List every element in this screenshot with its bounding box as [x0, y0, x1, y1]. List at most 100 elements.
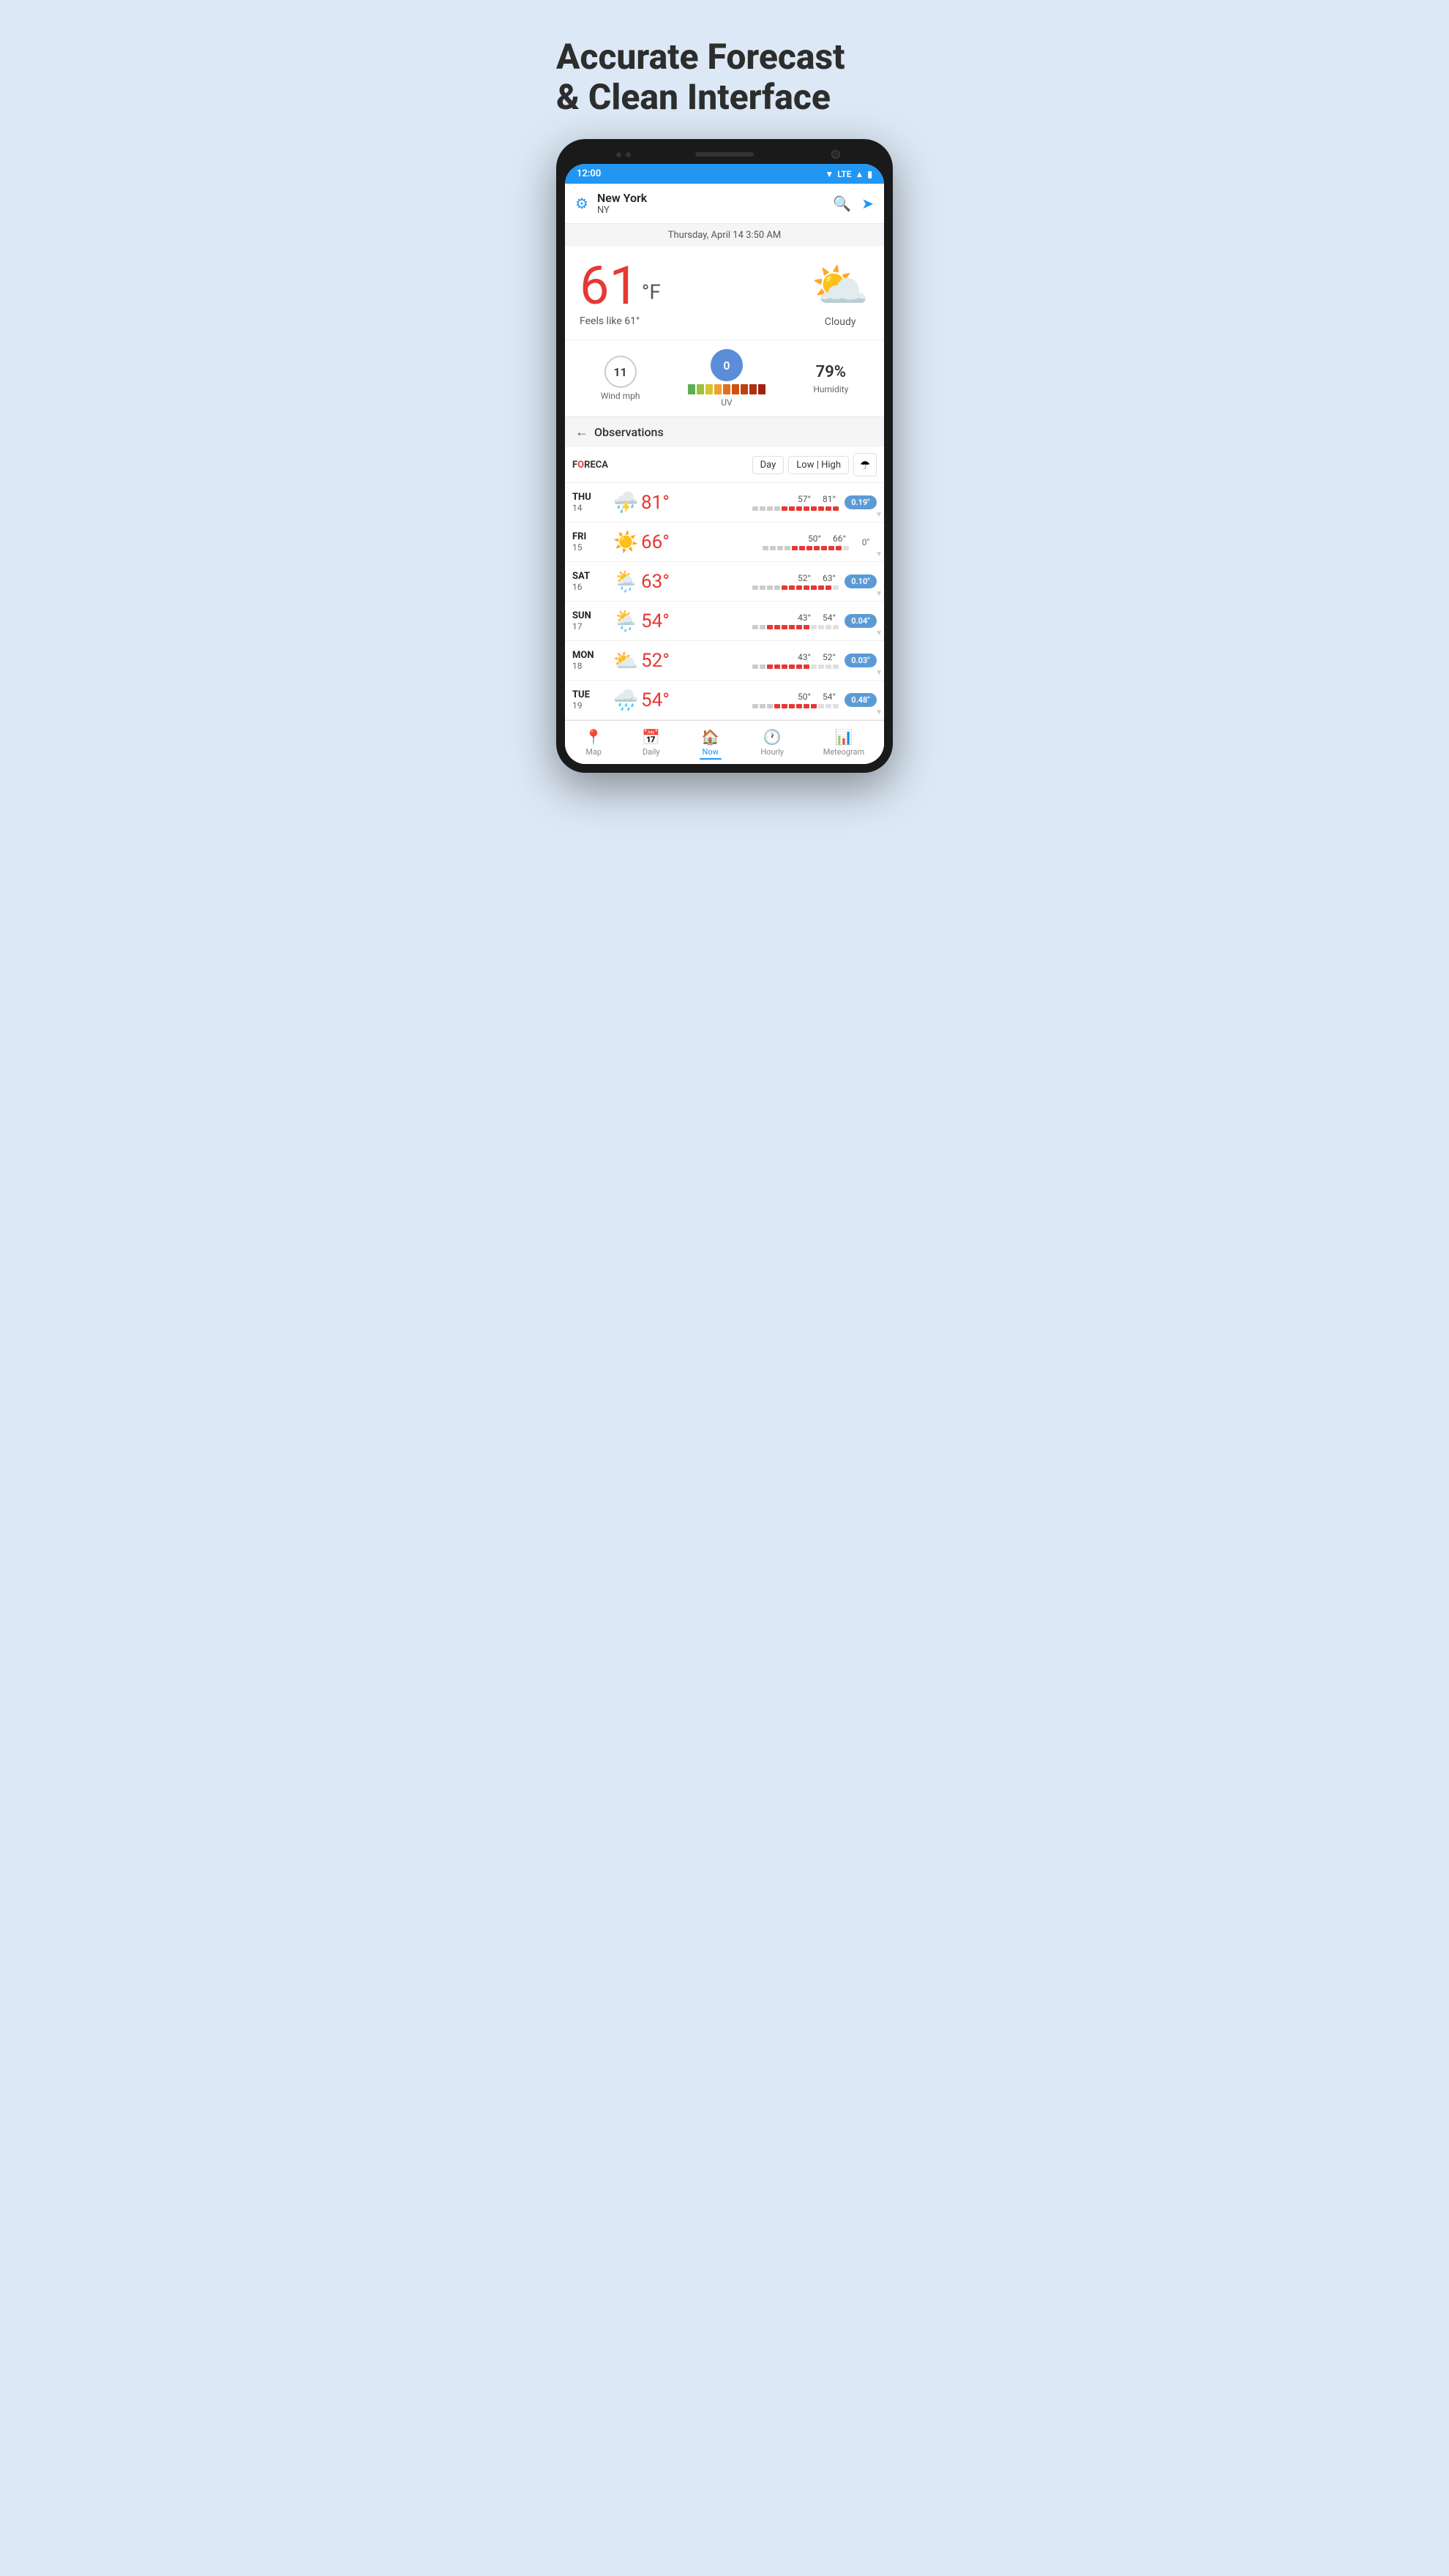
forecast-list: THU 14 ⛈️ 81° 57° 81° 0.19" ▼ FRI 15 ☀️	[565, 483, 884, 720]
dot-2	[626, 152, 631, 157]
bar-red	[825, 506, 831, 511]
bar-red	[782, 625, 787, 629]
nav-label: Daily	[643, 747, 660, 757]
bar-filler	[811, 625, 817, 629]
day-num: 16	[572, 582, 610, 592]
bar-filler	[833, 585, 839, 590]
bar-gray	[774, 585, 780, 590]
humidity-value: 79%	[813, 363, 848, 381]
dot-1	[616, 152, 621, 157]
row-expand-icon: ▼	[875, 708, 883, 716]
bar-red	[814, 546, 820, 550]
bar-red	[789, 704, 795, 708]
bar-gray	[777, 546, 783, 550]
forecast-row[interactable]: FRI 15 ☀️ 66° 50° 66° 0" ▼	[565, 523, 884, 562]
obs-back-button[interactable]: ←	[575, 424, 588, 440]
temperature-display: 61 °F	[580, 260, 811, 312]
precip-zero: 0"	[855, 537, 877, 547]
precip-badge: 0.48"	[845, 693, 877, 707]
day-num: 18	[572, 661, 610, 671]
nav-label: Hourly	[760, 747, 784, 757]
nav-item-hourly[interactable]: 🕐 Hourly	[760, 728, 784, 760]
bar-red	[789, 625, 795, 629]
navigate-button[interactable]: ➤	[861, 195, 874, 212]
bar-red	[806, 546, 812, 550]
location-info: New York NY	[597, 191, 833, 216]
day-name: MON	[572, 650, 610, 661]
bar-gray	[752, 704, 758, 708]
low-high-temps: 43° 52°	[686, 652, 839, 662]
bar-red	[796, 704, 802, 708]
day-col: TUE 19	[572, 689, 610, 711]
bar-red	[782, 664, 787, 669]
bar-gray	[767, 585, 773, 590]
low-high-temps: 52° 63°	[686, 573, 839, 583]
nav-item-map[interactable]: 📍 Map	[585, 728, 603, 760]
day-name: SAT	[572, 571, 610, 582]
forecast-row[interactable]: SAT 16 🌦️ 63° 52° 63° 0.10" ▼	[565, 562, 884, 602]
day-name: FRI	[572, 531, 610, 542]
bar-gray	[760, 704, 765, 708]
lte-label: LTE	[837, 169, 851, 179]
day-num: 19	[572, 700, 610, 711]
high-temp: 52°	[823, 652, 836, 662]
bar-red	[796, 585, 802, 590]
bar-filler	[818, 625, 824, 629]
nav-item-daily[interactable]: 📅 Daily	[642, 728, 660, 760]
nav-icon: 📍	[585, 728, 603, 746]
nav-icon: 🕐	[763, 728, 782, 746]
row-expand-icon: ▼	[875, 590, 883, 598]
bar-red	[789, 506, 795, 511]
row-expand-icon: ▼	[875, 550, 883, 558]
temp-range-col: 43° 54°	[686, 613, 839, 629]
nav-item-now[interactable]: 🏠 Now	[700, 728, 722, 760]
bar-red	[804, 625, 809, 629]
forecast-row[interactable]: THU 14 ⛈️ 81° 57° 81° 0.19" ▼	[565, 483, 884, 523]
bar-filler	[818, 664, 824, 669]
bar-red	[804, 664, 809, 669]
foreca-logo: FORECA	[572, 460, 608, 471]
temp-value: 61	[580, 255, 639, 317]
temp-bar	[686, 506, 839, 511]
bar-filler	[825, 625, 831, 629]
forecast-icon: ☀️	[610, 530, 641, 554]
bar-red	[799, 546, 805, 550]
bar-filler	[833, 704, 839, 708]
high-temp: 81°	[823, 494, 836, 504]
bar-gray	[760, 625, 765, 629]
low-temp: 43°	[798, 613, 811, 623]
bar-filler	[825, 664, 831, 669]
temp-bar	[686, 585, 839, 590]
phone-top-bar	[565, 148, 884, 164]
date-text: Thursday, April 14 3:50 AM	[668, 230, 781, 241]
app-header: ⚙ New York NY 🔍 ➤	[565, 184, 884, 224]
high-temp: 54°	[823, 692, 836, 702]
signal-icon: ▲	[855, 169, 864, 179]
forecast-icon: ⛅	[610, 648, 641, 673]
nav-label: Map	[585, 747, 602, 757]
bar-gray	[767, 506, 773, 511]
uv-bar	[688, 384, 765, 394]
bar-filler	[825, 704, 831, 708]
bar-gray	[752, 625, 758, 629]
low-temp: 57°	[798, 494, 811, 504]
page-wrapper: Accurate Forecast& Clean Interface 12:00…	[542, 22, 907, 802]
umbrella-icon: ☂	[860, 458, 870, 472]
day-num: 17	[572, 621, 610, 632]
day-col: THU 14	[572, 492, 610, 513]
forecast-row[interactable]: TUE 19 🌧️ 54° 50° 54° 0.48" ▼	[565, 681, 884, 720]
search-button[interactable]: 🔍	[833, 195, 851, 212]
temp-range-col: 43° 52°	[686, 652, 839, 669]
bar-gray	[763, 546, 768, 550]
nav-item-meteogram[interactable]: 📊 Meteogram	[823, 728, 864, 760]
forecast-row[interactable]: SUN 17 🌦️ 54° 43° 54° 0.04" ▼	[565, 602, 884, 641]
settings-button[interactable]: ⚙	[575, 195, 588, 212]
temp-bar	[686, 704, 839, 708]
forecast-row[interactable]: MON 18 ⛅ 52° 43° 52° 0.03" ▼	[565, 641, 884, 681]
nav-icon: 📅	[642, 728, 660, 746]
forecast-icon: 🌦️	[610, 569, 641, 594]
precip-badge: 0.03"	[845, 654, 877, 667]
bar-red	[811, 506, 817, 511]
stats-row: 11 Wind mph 0 UV 79% Humid	[565, 340, 884, 416]
bar-red	[774, 704, 780, 708]
